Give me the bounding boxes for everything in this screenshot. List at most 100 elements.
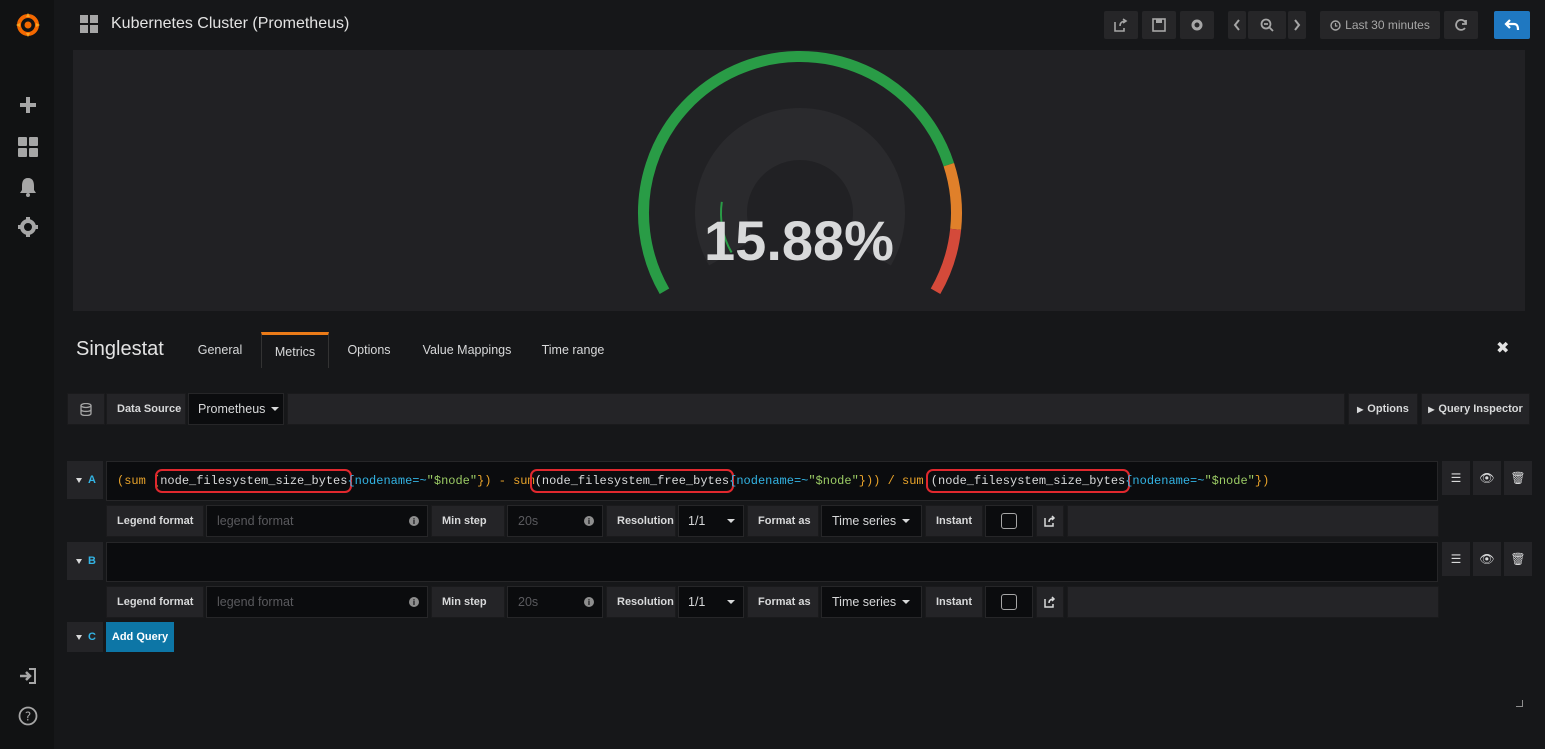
caret-down-icon (76, 477, 82, 483)
tab-time-range[interactable]: Time range (534, 332, 612, 368)
zoom-out-icon (1260, 18, 1274, 32)
info-icon[interactable]: i (584, 516, 594, 526)
plus-icon[interactable] (15, 92, 41, 118)
legend-format-input[interactable]: legend format i (206, 505, 428, 537)
save-button[interactable] (1142, 11, 1176, 39)
dashboard-title[interactable]: Kubernetes Cluster (Prometheus) (111, 15, 349, 33)
query-inspector-button[interactable]: ▶ Query Inspector (1421, 393, 1530, 425)
expr-token: }) (1254, 474, 1270, 488)
expr-token: }) - sum (477, 474, 535, 488)
resolution-label: Resolution (606, 505, 676, 537)
time-back-button[interactable] (1228, 11, 1246, 39)
promql-link-button[interactable] (1036, 586, 1064, 618)
min-step-input[interactable]: 20s i (507, 505, 603, 537)
datasource-label: Data Source (106, 393, 186, 425)
checkbox-square (1001, 594, 1017, 610)
query-a-menu-button[interactable]: ☰ (1442, 461, 1470, 495)
query-a-toggle[interactable]: A (67, 461, 103, 499)
dashboards-icon[interactable] (15, 134, 41, 160)
legend-format-placeholder: legend format (217, 514, 294, 528)
refresh-button[interactable] (1444, 11, 1478, 39)
options-toggle-label: Options (1367, 403, 1409, 415)
format-as-label: Format as (747, 586, 819, 618)
eye-icon: 👁 (1479, 552, 1495, 566)
add-query-button[interactable]: Add Query (106, 622, 174, 652)
query-a-expression[interactable]: (sum (node_filesystem_size_bytes {nodenam… (106, 461, 1438, 501)
singlestat-panel-preview: 15.88% (73, 50, 1525, 311)
resolution-select[interactable]: 1/1 (678, 505, 744, 537)
format-as-value: Time series (832, 514, 897, 528)
sign-in-icon[interactable] (15, 663, 41, 689)
query-options-filler (1067, 586, 1439, 618)
time-forward-button[interactable] (1288, 11, 1306, 39)
format-as-select[interactable]: Time series (821, 505, 922, 537)
query-b-delete-button[interactable]: 🗑 (1504, 542, 1532, 576)
format-as-label: Format as (747, 505, 819, 537)
eye-icon: 👁 (1479, 471, 1495, 485)
undo-arrow-icon (1504, 19, 1520, 31)
query-a-toggle-visibility-button[interactable]: 👁 (1473, 461, 1501, 495)
promql-link-button[interactable] (1036, 505, 1064, 537)
min-step-placeholder: 20s (518, 514, 539, 528)
expr-metric-highlighted: (node_filesystem_free_bytes (529, 469, 735, 493)
info-icon[interactable]: i (409, 516, 419, 526)
query-b-toggle-visibility-button[interactable]: 👁 (1473, 542, 1501, 576)
caret-down-icon (727, 519, 735, 523)
instant-label: Instant (925, 586, 983, 618)
expr-token: (sum ( (117, 474, 161, 488)
instant-label: Instant (925, 505, 983, 537)
info-icon[interactable]: i (409, 597, 419, 607)
expr-metric-highlighted: node_filesystem_size_bytes (155, 469, 353, 493)
format-as-select[interactable]: Time series (821, 586, 922, 618)
grafana-logo[interactable] (15, 12, 41, 38)
caret-right-icon: ▶ (1428, 404, 1435, 414)
legend-format-label: Legend format (106, 586, 204, 618)
bell-icon[interactable] (15, 174, 41, 200)
gear-icon[interactable] (15, 214, 41, 240)
top-navbar: Kubernetes Cluster (Prometheus) Last 30 … (54, 0, 1545, 50)
help-icon[interactable]: ? (15, 703, 41, 729)
settings-button[interactable] (1180, 11, 1214, 39)
query-options-filler (1067, 505, 1439, 537)
legend-format-label: Legend format (106, 505, 204, 537)
resize-handle-icon[interactable] (1516, 700, 1523, 707)
info-icon[interactable]: i (584, 597, 594, 607)
expr-metric-highlighted: (node_filesystem_size_bytes (925, 469, 1131, 493)
query-b-menu-button[interactable]: ☰ (1442, 542, 1470, 576)
legend-format-input[interactable]: legend format i (206, 586, 428, 618)
share-button[interactable] (1104, 11, 1138, 39)
datasource-select[interactable]: Prometheus (188, 393, 284, 425)
query-a-delete-button[interactable]: 🗑 (1504, 461, 1532, 495)
chevron-right-icon (1294, 19, 1301, 31)
refresh-icon (1455, 19, 1467, 31)
chevron-left-icon (1233, 19, 1240, 31)
trash-icon: 🗑 (1510, 552, 1526, 566)
instant-checkbox[interactable] (985, 505, 1033, 537)
zoom-out-button[interactable] (1248, 11, 1286, 39)
min-step-input[interactable]: 20s i (507, 586, 603, 618)
expr-token: {nodename=~ (1125, 474, 1205, 488)
resolution-value: 1/1 (688, 514, 706, 528)
database-icon (67, 393, 105, 425)
query-b-toggle[interactable]: B (67, 542, 103, 580)
legend-format-placeholder: legend format (217, 595, 294, 609)
save-icon (1152, 18, 1166, 32)
time-range-label: Last 30 minutes (1345, 18, 1430, 32)
close-icon[interactable]: ✖ (1496, 338, 1509, 358)
time-picker-button[interactable]: Last 30 minutes (1320, 11, 1440, 39)
tab-options[interactable]: Options (337, 332, 401, 368)
instant-checkbox[interactable] (985, 586, 1033, 618)
back-to-dashboard-button[interactable] (1494, 11, 1530, 39)
query-c-toggle[interactable]: C (67, 622, 103, 652)
options-toggle-button[interactable]: ▶ Options (1348, 393, 1418, 425)
clock-icon (1330, 19, 1341, 31)
tab-metrics[interactable]: Metrics (261, 332, 329, 368)
tab-value-mappings[interactable]: Value Mappings (414, 332, 520, 368)
tab-general[interactable]: General (187, 332, 253, 368)
expr-token: })) / sum (858, 474, 931, 488)
caret-down-icon (271, 407, 280, 411)
resolution-select[interactable]: 1/1 (678, 586, 744, 618)
external-link-icon (1044, 596, 1056, 608)
expr-token: "$node" (808, 474, 859, 488)
query-b-expression[interactable] (106, 542, 1438, 582)
